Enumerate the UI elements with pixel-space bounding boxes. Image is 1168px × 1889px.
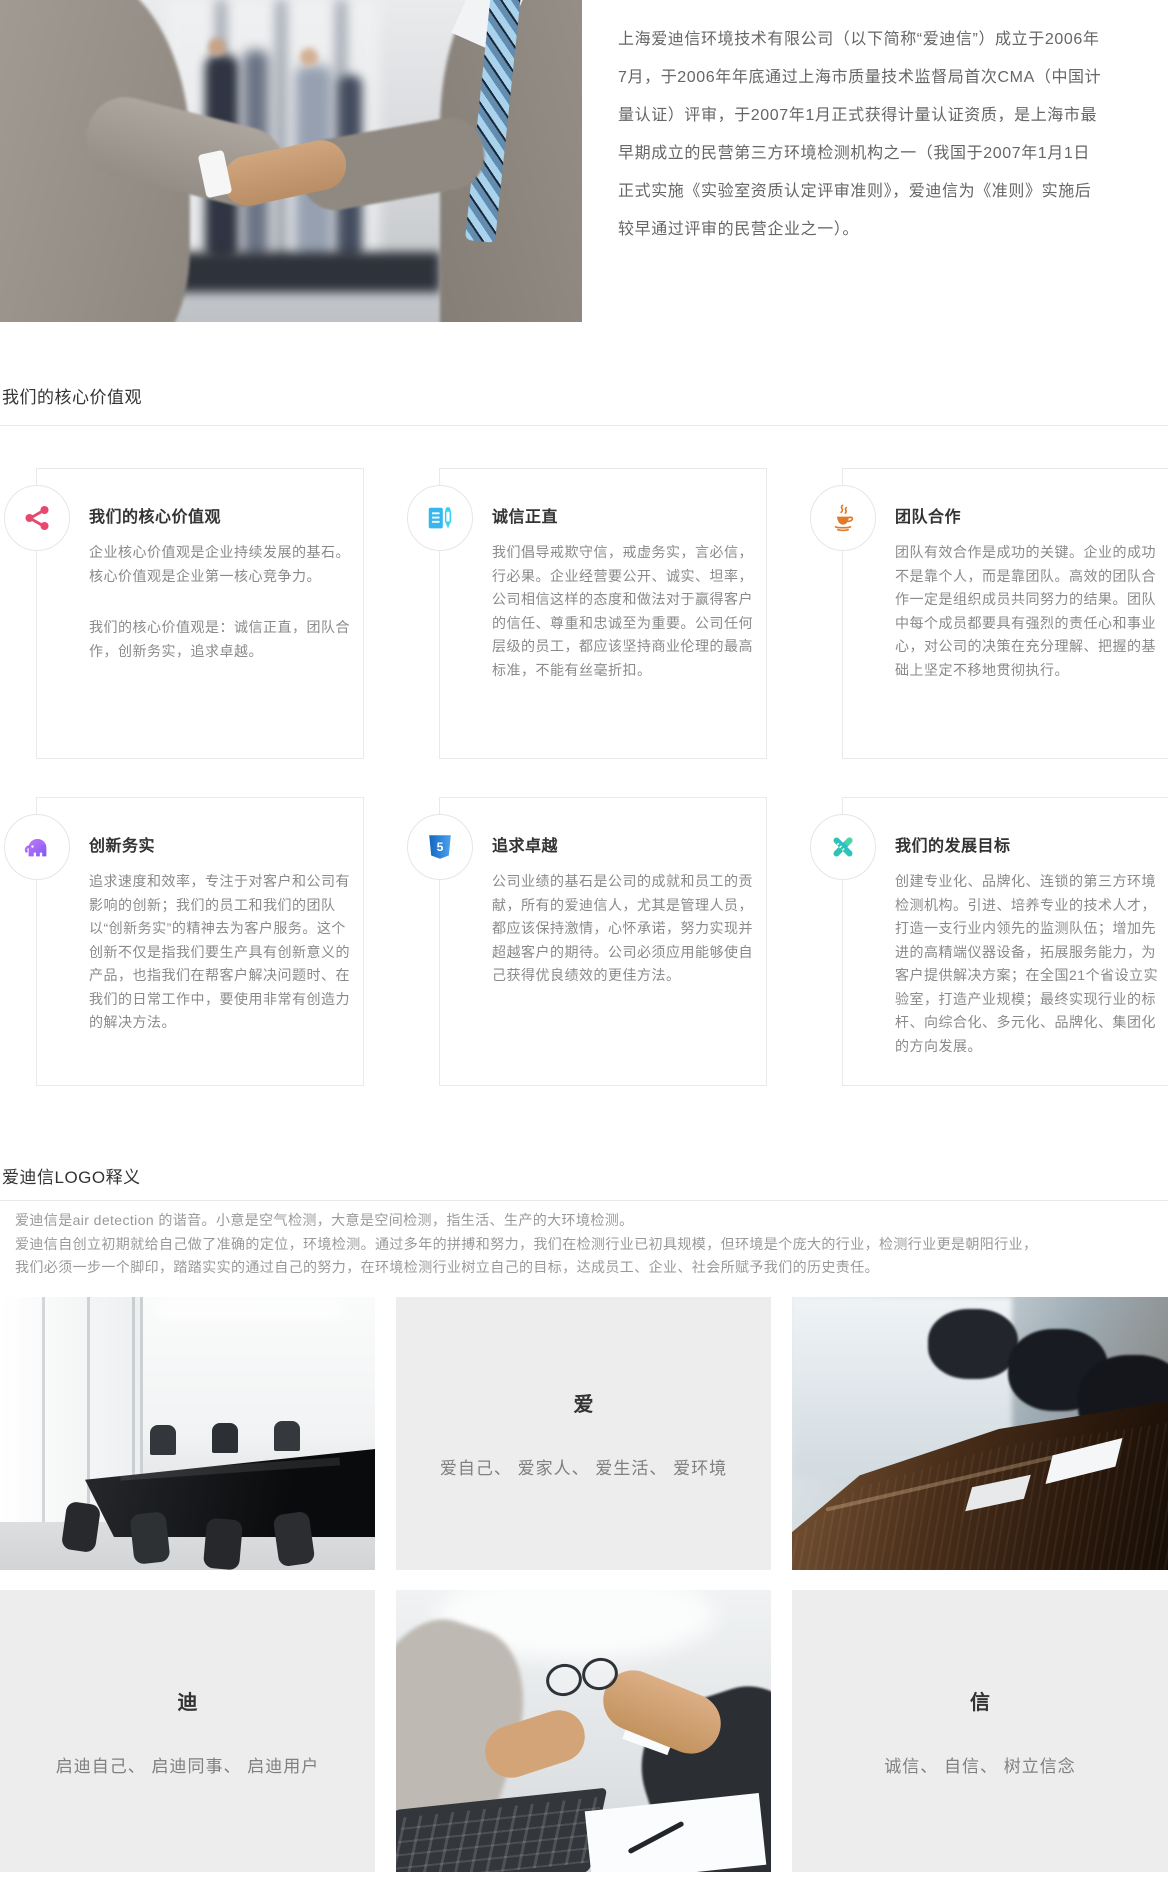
svg-text:5: 5 — [437, 840, 444, 854]
card-title: 追求卓越 — [492, 832, 756, 856]
logo-section-heading: 爱迪信LOGO释义 — [2, 1163, 141, 1188]
brand-subtitle: 爱自己、 爱家人、 爱生活、 爱环境 — [440, 1454, 727, 1479]
value-card-development-goals: 我们的发展目标 创建专业化、品牌化、连锁的第三方环境检测机构。引进、培养专业的技… — [842, 797, 1168, 1086]
value-card-excellence: 5 追求卓越 公司业绩的基石是公司的成就和员工的贡献，所有的爱迪信人，尤其是管理… — [439, 797, 767, 1086]
brand-title: 迪 — [178, 1686, 198, 1715]
card-title: 诚信正直 — [492, 503, 756, 527]
elephant-icon — [4, 814, 70, 880]
card-body: 公司业绩的基石是公司的成就和员工的贡献，所有的爱迪信人，尤其是管理人员，都应该保… — [492, 870, 756, 988]
handshake-photo — [0, 0, 582, 322]
logo-meaning-line: 爱迪信自创立初期就给自己做了准确的定位，环境检测。通过多年的拼搏和努力，我们在检… — [15, 1233, 1155, 1257]
brand-subtitle: 诚信、 自信、 树立信念 — [884, 1752, 1075, 1777]
meeting-room-photo — [0, 1297, 375, 1570]
brand-title: 信 — [970, 1686, 990, 1715]
card-title: 我们的发展目标 — [895, 832, 1159, 856]
brand-subtitle: 启迪自己、 启迪同事、 启迪用户 — [56, 1752, 319, 1777]
test-tubes-icon — [810, 814, 876, 880]
logo-meaning-line: 我们必须一步一个脚印，踏踏实实的通过自己的努力，在环境检测行业树立自己的目标，达… — [15, 1256, 1155, 1280]
card-body: 企业核心价值观是企业持续发展的基石。核心价值观是企业第一核心竞争力。 — [89, 541, 353, 588]
html5-shield-icon: 5 — [407, 814, 473, 880]
section-divider — [0, 425, 1168, 426]
values-section-heading: 我们的核心价值观 — [2, 383, 142, 408]
brand-block-xin: 信 诚信、 自信、 树立信念 — [792, 1590, 1168, 1872]
brand-title: 爱 — [574, 1388, 594, 1417]
about-page: 上海爱迪信环境技术有限公司（以下简称“爱迪信”）成立于2006年7月，于2006… — [0, 0, 1168, 1889]
value-card-teamwork: 团队合作 团队有效合作是成功的关键。企业的成功不是靠个人，而是靠团队。高效的团队… — [842, 468, 1168, 759]
card-body: 我们的核心价值观是：诚信正直，团队合作，创新务实，追求卓越。 — [89, 616, 353, 663]
card-body: 我们倡导戒欺守信，戒虚务实，言必信，行必果。企业经营要公开、诚实、坦率，公司相信… — [492, 541, 756, 682]
brand-block-ai: 爱 爱自己、 爱家人、 爱生活、 爱环境 — [396, 1297, 771, 1570]
value-card-core-values: 我们的核心价值观 企业核心价值观是企业持续发展的基石。核心价值观是企业第一核心竞… — [36, 468, 364, 759]
notebook-pencil-icon — [407, 485, 473, 551]
business-hands-photo — [396, 1590, 771, 1872]
company-intro-text: 上海爱迪信环境技术有限公司（以下简称“爱迪信”）成立于2006年7月，于2006… — [618, 21, 1105, 249]
card-title: 创新务实 — [89, 832, 353, 856]
logo-meaning-line: 爱迪信是air detection 的谐音。小意是空气检测，大意是空间检测，指生… — [15, 1209, 1155, 1233]
share-icon — [4, 485, 70, 551]
card-body: 创建专业化、品牌化、连锁的第三方环境检测机构。引进、培养专业的技术人才，打造一支… — [895, 870, 1159, 1058]
card-body: 团队有效合作是成功的关键。企业的成功不是靠个人，而是靠团队。高效的团队合作一定是… — [895, 541, 1159, 682]
section-divider — [0, 1200, 1168, 1201]
value-card-innovation: 创新务实 追求速度和效率，专注于对客户和公司有影响的创新；我们的员工和我们的团队… — [36, 797, 364, 1086]
logo-meaning-paragraph: 爱迪信是air detection 的谐音。小意是空气检测，大意是空间检测，指生… — [15, 1209, 1155, 1280]
card-title: 我们的核心价值观 — [89, 503, 353, 527]
java-cup-icon — [810, 485, 876, 551]
card-title: 团队合作 — [895, 503, 1159, 527]
conference-table-photo — [792, 1297, 1168, 1570]
brand-block-di: 迪 启迪自己、 启迪同事、 启迪用户 — [0, 1590, 375, 1872]
value-card-integrity: 诚信正直 我们倡导戒欺守信，戒虚务实，言必信，行必果。企业经营要公开、诚实、坦率… — [439, 468, 767, 759]
card-body: 追求速度和效率，专注于对客户和公司有影响的创新；我们的员工和我们的团队以“创新务… — [89, 870, 353, 1035]
